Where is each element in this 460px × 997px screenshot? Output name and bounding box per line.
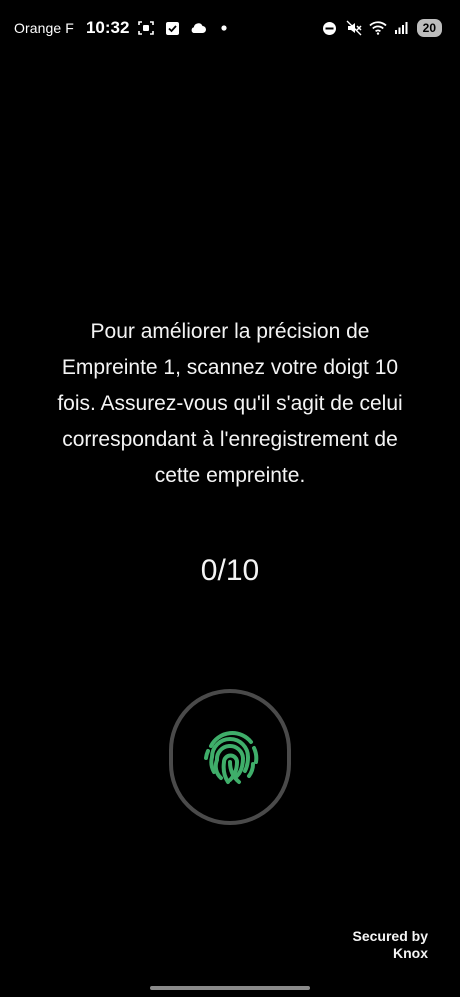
do-not-disturb-icon — [321, 19, 339, 37]
status-bar-right: 20 — [321, 16, 442, 40]
instruction-line: cette empreinte. — [154, 464, 306, 487]
screenshot-icon — [137, 19, 155, 37]
battery-level: 20 — [416, 19, 442, 37]
status-bar: Orange F 10:32 20 — [0, 0, 460, 56]
clock: 10:32 — [85, 18, 130, 37]
fingerprint-icon — [197, 724, 263, 790]
fingerprint-sensor-area[interactable] — [169, 689, 291, 825]
enrollment-instructions: Pour améliorer la précision de Empreinte… — [30, 314, 430, 494]
secured-by-knox: Secured by Knox — [353, 928, 428, 962]
dot-icon — [215, 19, 233, 37]
status-bar-left: Orange F 10:32 — [14, 16, 233, 40]
instruction-line: fois. Assurez-vous qu'il s'agit de celui — [57, 392, 403, 415]
cloud-icon — [189, 19, 207, 37]
knox-line-1: Secured by — [352, 928, 428, 944]
scan-progress-counter: 0/10 — [200, 554, 260, 587]
mute-icon — [345, 19, 363, 37]
carrier-name: Orange F — [14, 20, 74, 36]
knox-line-2: Knox — [393, 945, 428, 961]
instruction-line: correspondant à l'enregistrement de — [62, 428, 398, 451]
wifi-icon — [369, 19, 387, 37]
checkbox-icon — [163, 19, 181, 37]
signal-icon — [393, 19, 411, 37]
instruction-line: Empreinte 1, scannez votre doigt 10 — [61, 356, 399, 379]
home-gesture-bar[interactable] — [150, 986, 310, 990]
instruction-line: Pour améliorer la précision de — [90, 320, 370, 343]
